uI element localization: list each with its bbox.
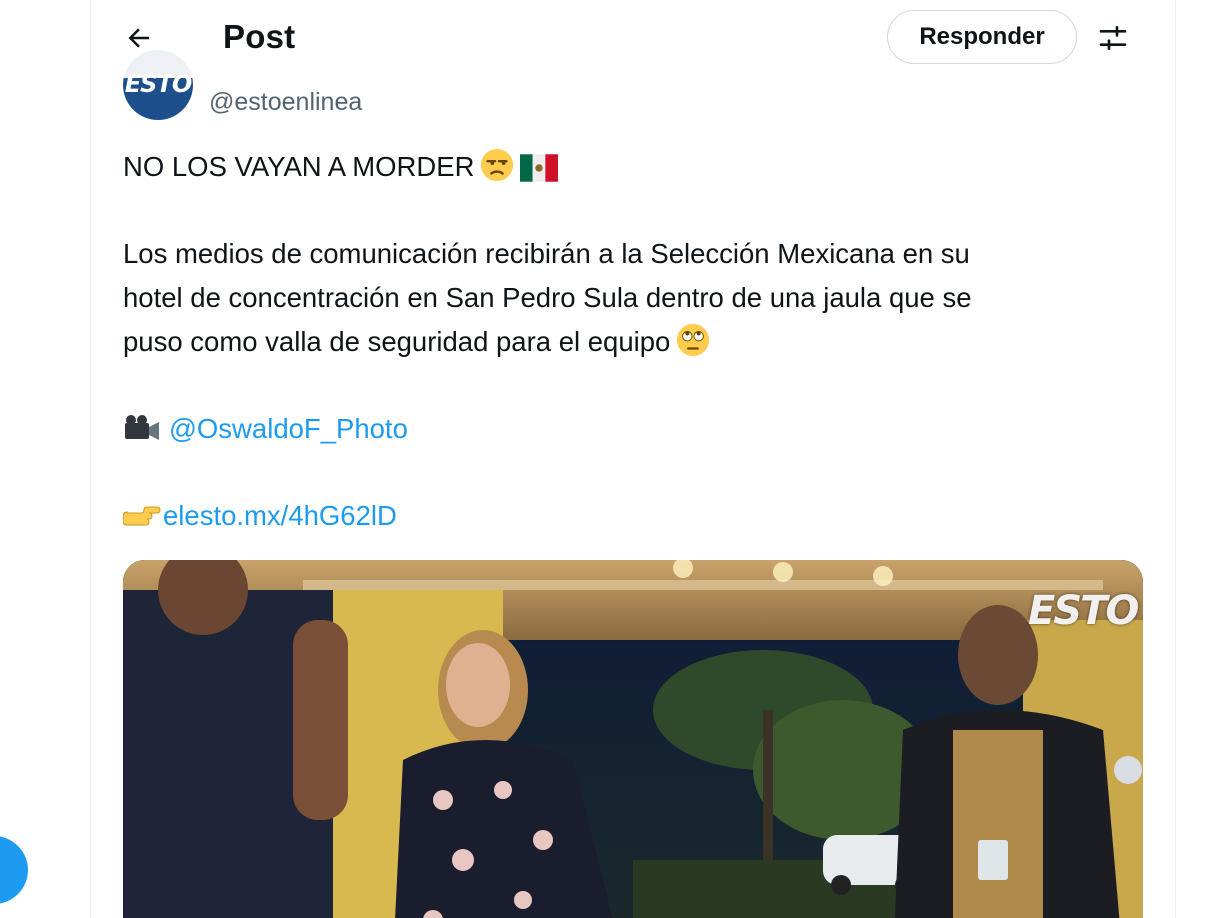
tweet-line-4: puso como valla de seguridad para el equ…: [123, 320, 1113, 364]
video-camera-icon: [123, 413, 161, 457]
page-title: Post: [223, 18, 296, 55]
mexico-flag-icon: [520, 151, 559, 195]
tweet-line-4-text: puso como valla de seguridad para el equ…: [123, 326, 671, 357]
video-watermark: ESTO: [1028, 588, 1139, 634]
reply-button[interactable]: Responder: [887, 10, 1077, 64]
sliders-icon: [1099, 26, 1127, 50]
page: Post Responder ESTO @estoenlinea NO LOS …: [0, 0, 1224, 918]
arrow-left-icon: [128, 28, 149, 48]
author-handle[interactable]: @estoenlinea: [209, 88, 362, 117]
top-bar: Post Responder: [91, 0, 1175, 78]
tweet-line-1: NO LOS VAYAN A MORDER: [123, 145, 1113, 189]
back-button[interactable]: [115, 16, 163, 60]
tweet-text: NO LOS VAYAN A MORDER Los medios de comu…: [122, 145, 1113, 538]
article-link[interactable]: elesto.mx/4hG62lD: [163, 500, 397, 531]
pointing-right-icon: [122, 500, 161, 544]
unamused-face-icon: [480, 148, 514, 195]
mention-link[interactable]: @OswaldoF_Photo: [169, 413, 408, 444]
tweet-url-line: elesto.mx/4hG62lD: [122, 494, 1113, 538]
floating-compose-button[interactable]: [0, 836, 28, 904]
tweet-line-3: hotel de concentración en San Pedro Sula…: [123, 282, 972, 313]
tweet-credit-line: @OswaldoF_Photo: [123, 407, 1113, 451]
rolling-eyes-face-icon: [676, 323, 710, 370]
settings-button[interactable]: [1091, 16, 1135, 60]
video-player[interactable]: ESTO: [123, 560, 1143, 918]
main-column: Post Responder ESTO @estoenlinea NO LOS …: [90, 0, 1176, 918]
tweet-headline: NO LOS VAYAN A MORDER: [123, 151, 475, 182]
video-frame: [123, 560, 1143, 918]
tweet-line-2: Los medios de comunicación recibirán a l…: [123, 238, 970, 269]
